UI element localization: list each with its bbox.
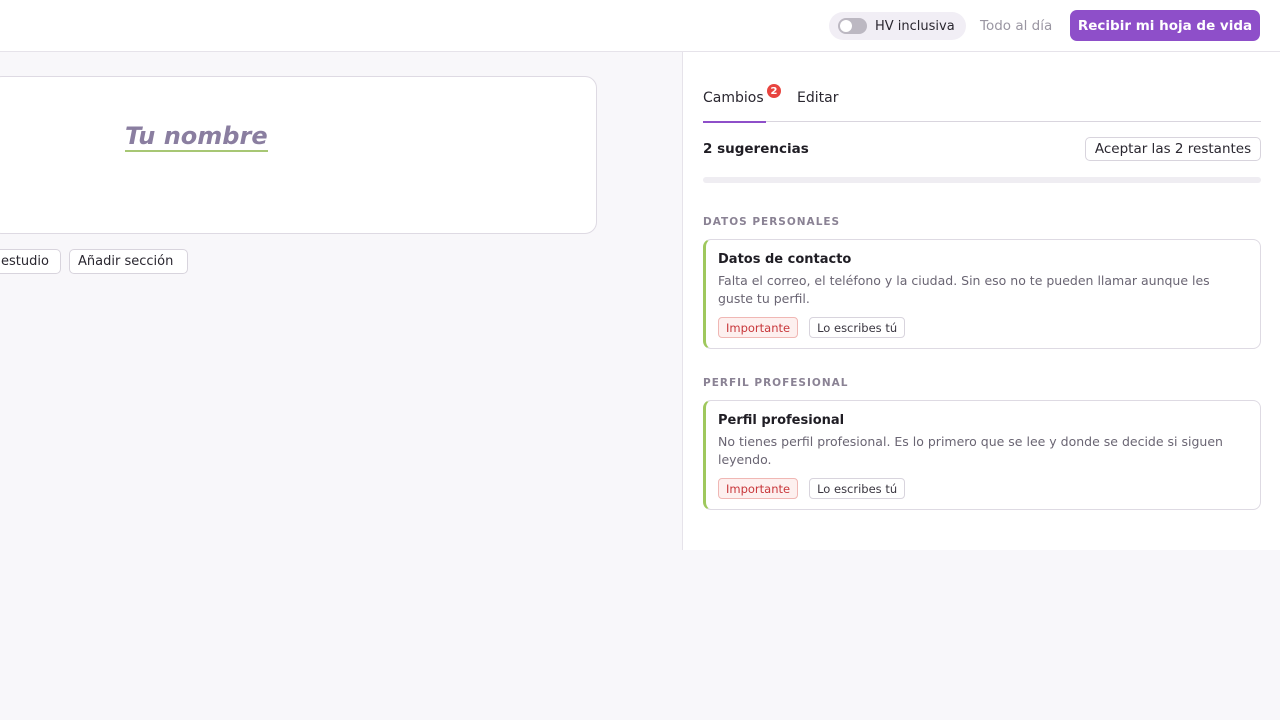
toggle-label: HV inclusiva — [875, 18, 955, 34]
tag-row: Importante Lo escribes tú — [718, 317, 1246, 338]
name-field[interactable]: Tu nombre — [125, 122, 268, 152]
tab-changes[interactable]: Cambios 2 — [703, 84, 781, 123]
author-tag: Lo escribes tú — [809, 478, 906, 499]
suggestion-description: Falta el correo, el teléfono y la ciudad… — [718, 273, 1210, 306]
section-label-profile: PERFIL PROFESIONAL — [703, 377, 849, 389]
tab-edit[interactable]: Editar — [797, 90, 838, 122]
accept-remaining-button[interactable]: Aceptar las 2 restantes — [1085, 137, 1261, 161]
priority-tag: Importante — [718, 478, 799, 499]
section-label-personal: DATOS PERSONALES — [703, 216, 841, 228]
tab-changes-label: Cambios — [703, 90, 764, 106]
changes-count-badge: 2 — [767, 84, 781, 98]
cv-header-card: Tu nombre — [0, 76, 597, 234]
active-tab-indicator — [703, 121, 766, 123]
priority-tag: Importante — [718, 317, 799, 338]
panel-tabs: Cambios 2 Editar — [703, 84, 1261, 123]
tag-row: Importante Lo escribes tú — [718, 478, 1246, 499]
get-cv-button[interactable]: Recibir mi hoja de vida — [1070, 10, 1260, 41]
toggle-knob — [840, 20, 852, 32]
suggestion-card-contact[interactable]: Datos de contacto Falta el correo, el te… — [703, 239, 1261, 349]
suggestion-title: Perfil profesional — [718, 413, 845, 428]
suggestion-title: Datos de contacto — [718, 252, 852, 267]
toggle-switch[interactable] — [838, 18, 867, 34]
suggestions-panel: Cambios 2 Editar 2 sugerencias Aceptar l… — [682, 52, 1280, 550]
tab-edit-label: Editar — [797, 90, 839, 106]
top-bar: HV inclusiva Todo al día Recibir mi hoja… — [0, 0, 1280, 52]
save-status: Todo al día — [980, 18, 1053, 34]
add-study-button[interactable]: estudio — [0, 249, 61, 274]
author-tag: Lo escribes tú — [809, 317, 906, 338]
suggestions-progress-bar — [703, 177, 1261, 183]
suggestion-card-profile[interactable]: Perfil profesional No tienes perfil prof… — [703, 400, 1261, 510]
add-section-button[interactable]: Añadir sección — [69, 249, 188, 274]
suggestion-count: 2 sugerencias — [703, 141, 809, 157]
suggestion-description: No tienes perfil profesional. Es lo prim… — [718, 434, 1223, 467]
inclusive-cv-toggle[interactable]: HV inclusiva — [829, 12, 966, 40]
